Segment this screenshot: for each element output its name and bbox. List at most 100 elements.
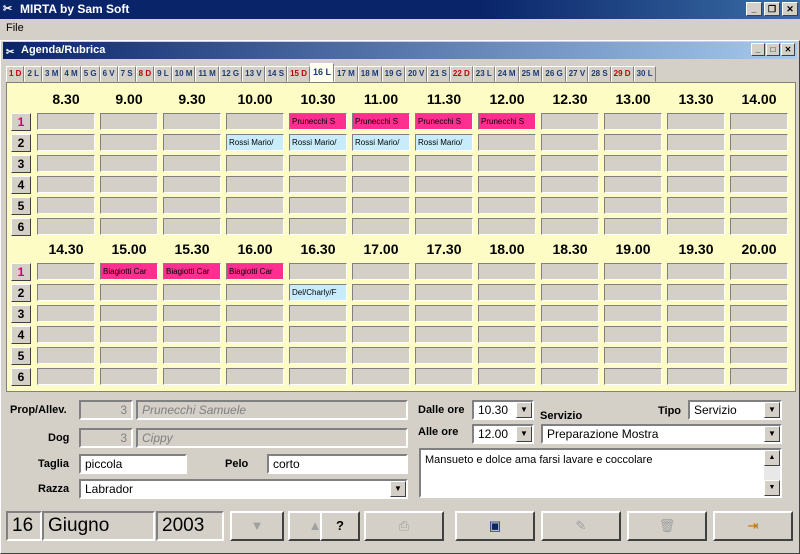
slot-cell[interactable] [604, 347, 662, 364]
dalle-dropdown-icon[interactable]: ▼ [516, 402, 532, 418]
slot-cell[interactable] [289, 326, 347, 343]
slot-cell[interactable] [415, 176, 473, 193]
slot-cell[interactable] [730, 284, 788, 301]
tab-day-19[interactable]: 19 G [381, 66, 405, 82]
slot-cell[interactable] [478, 326, 536, 343]
row-label-3[interactable]: 3 [11, 155, 31, 173]
slot-cell[interactable] [289, 155, 347, 172]
slot-cell[interactable] [415, 347, 473, 364]
servizio-select[interactable]: Preparazione Mostra ▼ [541, 424, 782, 444]
slot-cell[interactable] [415, 218, 473, 235]
servizio-dropdown-icon[interactable]: ▼ [764, 426, 780, 442]
slot-cell[interactable] [226, 284, 284, 301]
slot-cell[interactable] [37, 347, 95, 364]
slot-cell[interactable] [730, 134, 788, 151]
slot-cell[interactable] [289, 368, 347, 385]
slot-cell[interactable] [226, 155, 284, 172]
minimize-button[interactable]: _ [746, 2, 762, 16]
slot-cell[interactable] [352, 155, 410, 172]
slot-cell[interactable] [604, 326, 662, 343]
delete-button[interactable]: 🗑 [627, 511, 707, 541]
tab-day-28[interactable]: 28 S [588, 66, 611, 82]
slot-cell[interactable] [541, 263, 599, 280]
slot-cell[interactable] [100, 368, 158, 385]
row-label-2[interactable]: 2 [11, 134, 31, 152]
slot-cell[interactable] [163, 305, 221, 322]
slot-cell[interactable] [37, 155, 95, 172]
slot-cell[interactable] [415, 326, 473, 343]
slot-cell[interactable] [163, 113, 221, 130]
tab-day-3[interactable]: 3 M [42, 66, 62, 82]
slot-cell[interactable] [415, 197, 473, 214]
tab-day-9[interactable]: 9 L [154, 66, 172, 82]
tab-day-30[interactable]: 30 L [633, 66, 656, 82]
taglia-field[interactable]: piccola [79, 454, 187, 474]
pelo-field[interactable]: corto [267, 454, 408, 474]
row-label-5[interactable]: 5 [11, 197, 31, 215]
slot-cell[interactable] [541, 218, 599, 235]
slot-cell[interactable] [730, 305, 788, 322]
tab-day-24[interactable]: 24 M [494, 66, 519, 82]
row-label-6[interactable]: 6 [11, 218, 31, 236]
slot-cell[interactable] [541, 197, 599, 214]
slot-cell[interactable] [100, 197, 158, 214]
scroll-down-icon[interactable]: ▼ [764, 480, 780, 496]
slot-cell[interactable] [37, 326, 95, 343]
slot-cell[interactable] [226, 326, 284, 343]
slot-cell[interactable] [163, 155, 221, 172]
slot-cell[interactable] [730, 347, 788, 364]
slot-cell[interactable] [37, 134, 95, 151]
slot-cell[interactable] [100, 176, 158, 193]
slot-cell[interactable] [163, 368, 221, 385]
restore-button[interactable]: ❐ [764, 2, 780, 16]
slot-cell[interactable] [100, 218, 158, 235]
slot-cell[interactable] [226, 113, 284, 130]
tab-day-21[interactable]: 21 S [427, 66, 450, 82]
slot-cell[interactable] [667, 197, 725, 214]
row-label-5[interactable]: 5 [11, 347, 31, 365]
slot-cell[interactable] [478, 176, 536, 193]
slot-cell[interactable] [730, 263, 788, 280]
slot-cell[interactable] [37, 263, 95, 280]
slot-cell[interactable] [604, 155, 662, 172]
slot-cell[interactable] [37, 218, 95, 235]
slot-cell[interactable] [478, 197, 536, 214]
note-textarea[interactable]: Mansueto e dolce ama farsi lavare e cocc… [419, 448, 782, 498]
slot-cell[interactable] [415, 263, 473, 280]
slot-cell[interactable] [604, 197, 662, 214]
tab-day-16[interactable]: 16 L [309, 63, 334, 82]
tab-day-26[interactable]: 26 G [542, 66, 566, 82]
tab-day-2[interactable]: 2 L [24, 66, 43, 82]
row-label-4[interactable]: 4 [11, 326, 31, 344]
slot-cell[interactable] [289, 176, 347, 193]
slot-cell[interactable] [478, 284, 536, 301]
slot-cell[interactable] [478, 347, 536, 364]
slot-cell[interactable] [226, 305, 284, 322]
slot-cell[interactable] [100, 113, 158, 130]
tab-day-20[interactable]: 20 V [404, 66, 428, 82]
slot-cell[interactable] [163, 284, 221, 301]
slot-cell[interactable] [415, 305, 473, 322]
slot-cell[interactable] [667, 218, 725, 235]
tab-day-13[interactable]: 13 V [242, 66, 265, 82]
slot-cell[interactable] [37, 113, 95, 130]
slot-cell[interactable] [289, 305, 347, 322]
slot-cell[interactable] [604, 176, 662, 193]
tab-day-8[interactable]: 8 D [135, 66, 155, 82]
tab-day-12[interactable]: 12 G [218, 66, 243, 82]
slot-cell[interactable] [163, 176, 221, 193]
child-minimize-button[interactable]: _ [751, 43, 765, 56]
slot-cell[interactable] [541, 176, 599, 193]
row-label-2[interactable]: 2 [11, 284, 31, 302]
slot-cell[interactable] [667, 263, 725, 280]
tipo-dropdown-icon[interactable]: ▼ [764, 402, 780, 418]
slot-cell[interactable] [667, 326, 725, 343]
slot-cell[interactable] [667, 305, 725, 322]
slot-cell[interactable] [541, 305, 599, 322]
row-label-4[interactable]: 4 [11, 176, 31, 194]
tab-day-18[interactable]: 18 M [357, 66, 382, 82]
slot-cell[interactable] [604, 305, 662, 322]
appointment-cell[interactable]: Biagiotti Car [226, 263, 284, 280]
tab-day-11[interactable]: 11 M [195, 66, 219, 82]
slot-cell[interactable] [667, 176, 725, 193]
